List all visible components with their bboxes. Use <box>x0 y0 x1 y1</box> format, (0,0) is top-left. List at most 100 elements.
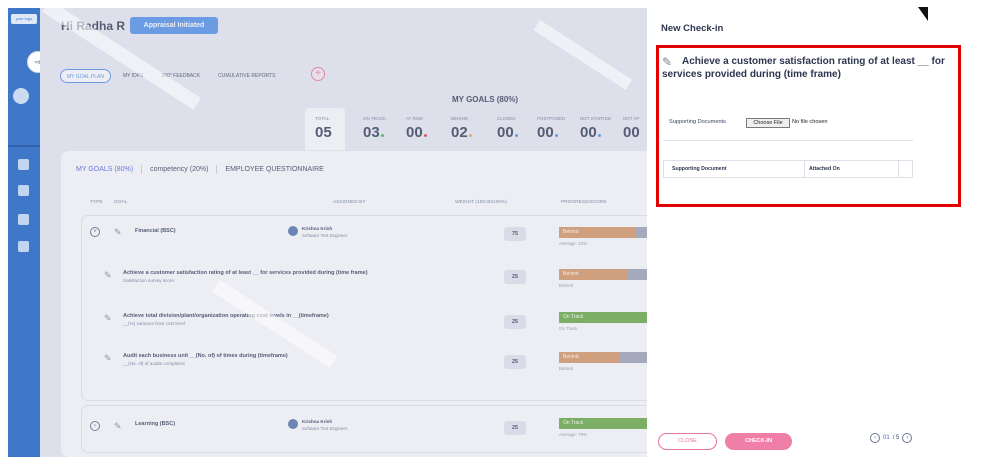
highlight-box <box>656 45 961 207</box>
page-greeting: Hi Radha R <box>61 19 126 33</box>
stat-at-risk[interactable]: AT RISK 00 <box>406 116 427 141</box>
pagination: ‹ 01 / 5 › <box>870 432 913 444</box>
column-header-progress: PROGRESS/SCORE <box>561 200 607 205</box>
tab-my-goal-plan[interactable]: MY GOAL PLAN <box>60 68 111 83</box>
subgoal-measure: Satisfaction survey score <box>123 278 175 283</box>
assignee-role: Software Test Engineer <box>302 426 348 431</box>
assignee-name: Krishna Krish <box>302 226 333 231</box>
avatar <box>288 226 298 236</box>
nav-documents-icon[interactable] <box>18 241 29 252</box>
goal-row[interactable]: › ✎ Learning (BSC) Krishna Krish Softwar… <box>82 406 647 446</box>
progress-bar: On Track <box>559 312 647 323</box>
column-header-weight: WEIGHT (100.00/100%) <box>455 200 507 205</box>
progress-bar: Behind <box>559 352 647 363</box>
subgoal-weight: 25 <box>504 355 526 369</box>
nav-reports-icon[interactable] <box>18 185 29 196</box>
tab-360-feedback[interactable]: 360° FEEDBACK <box>155 69 206 83</box>
screen: your logo ⇒ Hi Radha R Appraisal Initiat… <box>0 0 982 473</box>
subtab-competency[interactable]: competency (20%) <box>150 166 208 173</box>
goal-card-financial: ˅ ✎ Financial (BSC) Krishna Krish Softwa… <box>81 215 647 401</box>
progress-status: Behind <box>563 271 579 277</box>
stat-dot <box>468 134 472 137</box>
goal-row[interactable]: ˅ ✎ Financial (BSC) Krishna Krish Softwa… <box>82 216 647 252</box>
current-page: 01 <box>883 435 890 441</box>
progress-caption: On Track <box>559 326 578 331</box>
progress-caption: Average: 34% <box>559 241 588 246</box>
progress-status: On Track <box>563 314 584 320</box>
drawer-title: New Check-in <box>661 23 724 34</box>
stat-dot <box>554 134 558 137</box>
tab-my-idps[interactable]: MY IDPS <box>117 69 149 83</box>
goal-type-icon: ✎ <box>114 227 122 237</box>
progress-status: On Track <box>563 420 584 426</box>
stat-dot <box>597 134 601 137</box>
goal-subtabs: MY GOALS (80%) competency (20%) EMPLOYEE… <box>76 165 324 174</box>
corner-triangle <box>918 7 928 21</box>
total-pages: / 5 <box>892 435 900 441</box>
goals-summary-title: MY GOALS (80%) <box>452 95 519 104</box>
subgoal-weight: 25 <box>504 270 526 284</box>
progress-caption: Average: 79% <box>559 432 588 437</box>
subgoal-weight: 25 <box>504 315 526 329</box>
assignee-name: Krishna Krish <box>302 419 333 424</box>
progress-caption: Behind <box>559 366 574 371</box>
column-header-goal: GOAL <box>114 200 128 205</box>
tab-cumulative-reports[interactable]: CUMULATIVE REPORTS <box>212 69 281 83</box>
goal-type-icon: ✎ <box>104 270 112 280</box>
goal-name: Financial (BSC) <box>135 228 176 234</box>
goal-type-icon: ✎ <box>114 421 122 431</box>
stat-postponed[interactable]: POSTPONED 00 <box>537 116 565 141</box>
goal-weight: 25 <box>504 421 526 435</box>
subtab-divider <box>141 165 143 174</box>
subgoal-name: Achieve total division/plant/organizatio… <box>123 313 329 319</box>
main-content: Hi Radha R Appraisal Initiated MY GOAL P… <box>40 8 647 457</box>
nav-home-icon[interactable] <box>18 159 29 170</box>
column-header-type: TYPE <box>90 200 103 205</box>
sidebar-divider <box>8 145 40 147</box>
progress-bar: Behind <box>559 269 647 280</box>
subtab-divider <box>216 165 218 174</box>
stat-behind[interactable]: BEHIND 02 <box>451 116 472 141</box>
sidebar: your logo <box>8 8 40 457</box>
stat-closed[interactable]: CLOSED 00 <box>497 116 518 141</box>
subtab-employee-questionnaire[interactable]: EMPLOYEE QUESTIONNAIRE <box>225 166 323 173</box>
subgoal-row[interactable]: ✎ Achieve a customer satisfaction rating… <box>82 267 647 303</box>
expand-icon[interactable]: › <box>90 421 100 431</box>
stat-not-started[interactable]: NOT STARTED 00 <box>580 116 611 141</box>
nav-goal-icon[interactable] <box>13 88 29 104</box>
previous-page-icon[interactable]: ‹ <box>870 433 880 443</box>
stat-total[interactable]: TOTAL 05 <box>305 108 345 150</box>
avatar <box>288 419 298 429</box>
subtab-my-goals[interactable]: MY GOALS (80%) <box>76 166 133 173</box>
progress-status: Behind <box>563 229 579 235</box>
stat-not-applicable[interactable]: NOT AP 00 <box>623 116 640 141</box>
goal-type-icon: ✎ <box>104 313 112 323</box>
stat-dot <box>514 134 518 137</box>
subgoal-name: Audit each business unit __(No. of) of t… <box>123 353 288 359</box>
subgoal-row[interactable]: ✎ Achieve total division/plant/organizat… <box>82 310 647 346</box>
next-page-icon[interactable]: › <box>902 433 913 443</box>
add-goal-button[interactable]: + <box>311 67 325 81</box>
progress-bar: On Track <box>559 418 647 429</box>
goal-type-icon: ✎ <box>104 353 112 363</box>
subgoal-measure: __(%) variance from cost level <box>123 321 185 326</box>
progress-caption: Behind <box>559 283 574 288</box>
appraisal-status-badge: Appraisal Initiated <box>130 17 218 34</box>
stat-dot <box>423 134 427 137</box>
collapse-icon[interactable]: ˅ <box>90 227 100 237</box>
subgoal-measure: __(No. of) of audits completed <box>123 361 185 366</box>
logo: your logo <box>11 14 37 24</box>
goal-card-learning: › ✎ Learning (BSC) Krishna Krish Softwar… <box>81 405 647 453</box>
close-button[interactable]: CLOSE <box>658 433 717 450</box>
subgoal-row[interactable]: ✎ Audit each business unit __(No. of) of… <box>82 350 647 386</box>
stat-on-track[interactable]: ON TRACK 03 <box>363 116 386 141</box>
goal-weight: 75 <box>504 227 526 241</box>
nav-team-icon[interactable] <box>18 214 29 225</box>
goal-name: Learning (BSC) <box>135 421 176 427</box>
subgoal-name: Achieve a customer satisfaction rating o… <box>123 270 368 276</box>
progress-bar: Behind <box>559 227 647 238</box>
progress-status: Behind <box>563 354 579 360</box>
assignee-role: Software Test Engineer <box>302 233 348 238</box>
column-header-assigned-by: ASSIGNED BY <box>333 200 366 205</box>
checkin-button[interactable]: CHECK-IN <box>725 433 792 450</box>
